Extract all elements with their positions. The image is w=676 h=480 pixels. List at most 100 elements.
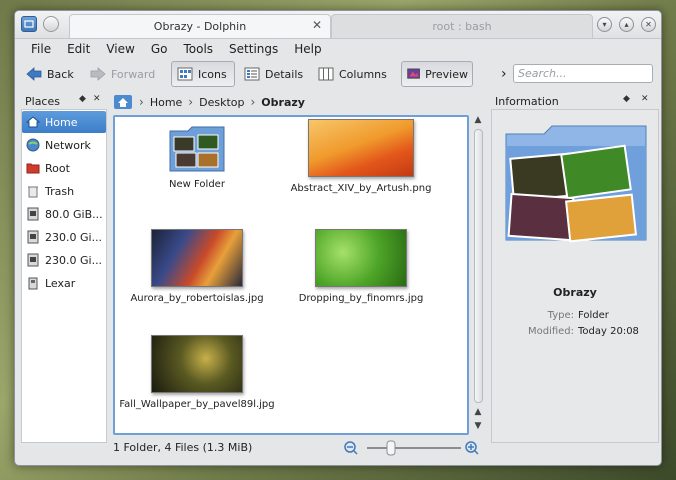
preview-label: Preview	[425, 67, 468, 81]
scrollbar-thumb[interactable]	[474, 129, 483, 403]
zoom-in-icon[interactable]	[465, 441, 479, 455]
drive-icon	[27, 230, 39, 244]
panel-close-icon[interactable]: ✕	[93, 94, 101, 104]
window-menu-button[interactable]: ▾	[597, 17, 612, 32]
places-title: Places	[25, 94, 60, 108]
folder-icon	[169, 126, 225, 172]
crumb-current[interactable]: Obrazy	[261, 96, 305, 109]
file-item-folder[interactable]: New Folder	[117, 123, 277, 191]
file-name: Fall_Wallpaper_by_pavel89l.jpg	[119, 399, 275, 410]
panel-float-icon[interactable]: ◆	[79, 94, 86, 104]
sticky-icon[interactable]	[43, 16, 59, 32]
zoom-slider[interactable]	[343, 439, 483, 457]
thumbnail-image	[308, 119, 414, 177]
place-root[interactable]: Root	[22, 157, 106, 179]
information-body: Obrazy Type: Folder Modified: Today 20:0…	[491, 109, 659, 443]
forward-label: Forward	[111, 67, 156, 81]
place-label: 230.0 Gi...	[45, 230, 103, 244]
tab-close-icon[interactable]: ✕	[312, 18, 322, 32]
crumb-home[interactable]: Home	[150, 96, 182, 109]
menu-settings[interactable]: Settings	[221, 40, 286, 58]
menu-help[interactable]: Help	[286, 40, 329, 58]
tab-dolphin[interactable]: Obrazy - Dolphin ✕	[69, 14, 331, 38]
network-icon	[26, 138, 40, 152]
file-item-abstract[interactable]: Abstract_XIV_by_Artush.png	[281, 119, 441, 195]
vertical-scrollbar[interactable]: ▲ ▲ ▼	[471, 115, 485, 435]
home-icon	[26, 116, 40, 128]
panel-float-icon[interactable]: ◆	[623, 94, 630, 104]
place-label: Network	[45, 138, 91, 152]
tab-label: Obrazy - Dolphin	[153, 20, 247, 33]
chevron-right-icon: ›	[188, 95, 194, 109]
places-header: Places ◆ ✕	[21, 91, 107, 111]
menu-edit[interactable]: Edit	[59, 40, 98, 58]
scroll-down-icon[interactable]: ▼	[471, 421, 485, 433]
drive-icon	[27, 253, 39, 267]
information-header: Information ◆ ✕	[491, 91, 659, 111]
app-menu-icon[interactable]	[21, 16, 37, 32]
file-name: Abstract_XIV_by_Artush.png	[290, 183, 432, 194]
menu-tools[interactable]: Tools	[175, 40, 221, 58]
place-drive-80[interactable]: 80.0 GiB...	[22, 203, 106, 225]
file-item-fall[interactable]: Fall_Wallpaper_by_pavel89l.jpg	[117, 335, 277, 411]
drive-icon	[27, 207, 39, 221]
toolbar: Back Forward Icons Details Columns Previ…	[21, 61, 655, 87]
minimize-button[interactable]: ▴	[619, 17, 634, 32]
type-value: Folder	[578, 310, 609, 321]
place-home[interactable]: Home	[22, 111, 106, 133]
thumbnail-image	[315, 229, 407, 287]
preview-icon	[407, 68, 420, 79]
places-list: Home Network Root Trash 80.0 GiB... 230.…	[21, 109, 107, 443]
tab-bash[interactable]: root : bash	[331, 14, 593, 38]
back-button[interactable]: Back	[21, 61, 78, 87]
search-input[interactable]: Search...	[513, 64, 653, 83]
scroll-up-icon[interactable]: ▲	[471, 115, 485, 127]
details-view-button[interactable]: Details	[239, 61, 307, 87]
place-drive-230-a[interactable]: 230.0 Gi...	[22, 226, 106, 248]
home-crumb-icon[interactable]	[113, 94, 133, 110]
menu-go[interactable]: Go	[143, 40, 176, 58]
columns-label: Columns	[339, 67, 387, 81]
icons-label: Icons	[198, 67, 227, 81]
columns-view-button[interactable]: Columns	[313, 61, 391, 87]
place-drive-230-b[interactable]: 230.0 Gi...	[22, 249, 106, 271]
place-network[interactable]: Network	[22, 134, 106, 156]
modified-value: Today 20:08	[578, 326, 639, 337]
menu-view[interactable]: View	[98, 40, 142, 58]
usb-drive-icon	[28, 277, 38, 290]
folder-preview-icon	[505, 125, 647, 243]
menu-file[interactable]: File	[23, 40, 59, 58]
columns-view-icon	[318, 67, 334, 81]
place-lexar[interactable]: Lexar	[22, 272, 106, 294]
type-label: Type:	[547, 310, 574, 321]
zoom-slider-handle[interactable]	[386, 440, 396, 456]
modified-label: Modified:	[527, 326, 574, 337]
place-label: 230.0 Gi...	[45, 253, 103, 267]
icons-view-button[interactable]: Icons	[171, 61, 235, 87]
panel-close-icon[interactable]: ✕	[641, 94, 649, 104]
place-label: 80.0 GiB...	[45, 207, 103, 221]
preview-button[interactable]: Preview	[401, 61, 473, 87]
thumbnail-image	[151, 335, 243, 393]
file-item-aurora[interactable]: Aurora_by_robertoislas.jpg	[117, 229, 277, 305]
chevron-right-icon: ›	[139, 95, 144, 109]
zoom-out-icon[interactable]	[344, 441, 358, 455]
file-name: Aurora_by_robertoislas.jpg	[130, 293, 264, 304]
place-trash[interactable]: Trash	[22, 180, 106, 202]
forward-button[interactable]: Forward	[85, 61, 159, 87]
file-item-dropping[interactable]: Dropping_by_finomrs.jpg	[281, 229, 441, 305]
file-view[interactable]: New Folder Abstract_XIV_by_Artush.png Au…	[113, 115, 469, 435]
places-panel: Places ◆ ✕ Home Network Root Trash 80.0 …	[21, 91, 107, 443]
scroll-up-icon[interactable]: ▲	[471, 407, 485, 419]
more-toolbar-icon[interactable]: ›	[497, 61, 511, 87]
place-label: Root	[45, 161, 70, 175]
close-window-button[interactable]: ✕	[641, 17, 656, 32]
thumbnail-image	[151, 229, 243, 287]
forward-arrow-icon	[90, 67, 106, 81]
back-label: Back	[47, 67, 74, 81]
file-name: New Folder	[169, 179, 225, 190]
file-name: Dropping_by_finomrs.jpg	[298, 293, 424, 304]
back-arrow-icon	[26, 67, 42, 81]
crumb-desktop[interactable]: Desktop	[199, 96, 244, 109]
trash-icon	[28, 186, 38, 198]
